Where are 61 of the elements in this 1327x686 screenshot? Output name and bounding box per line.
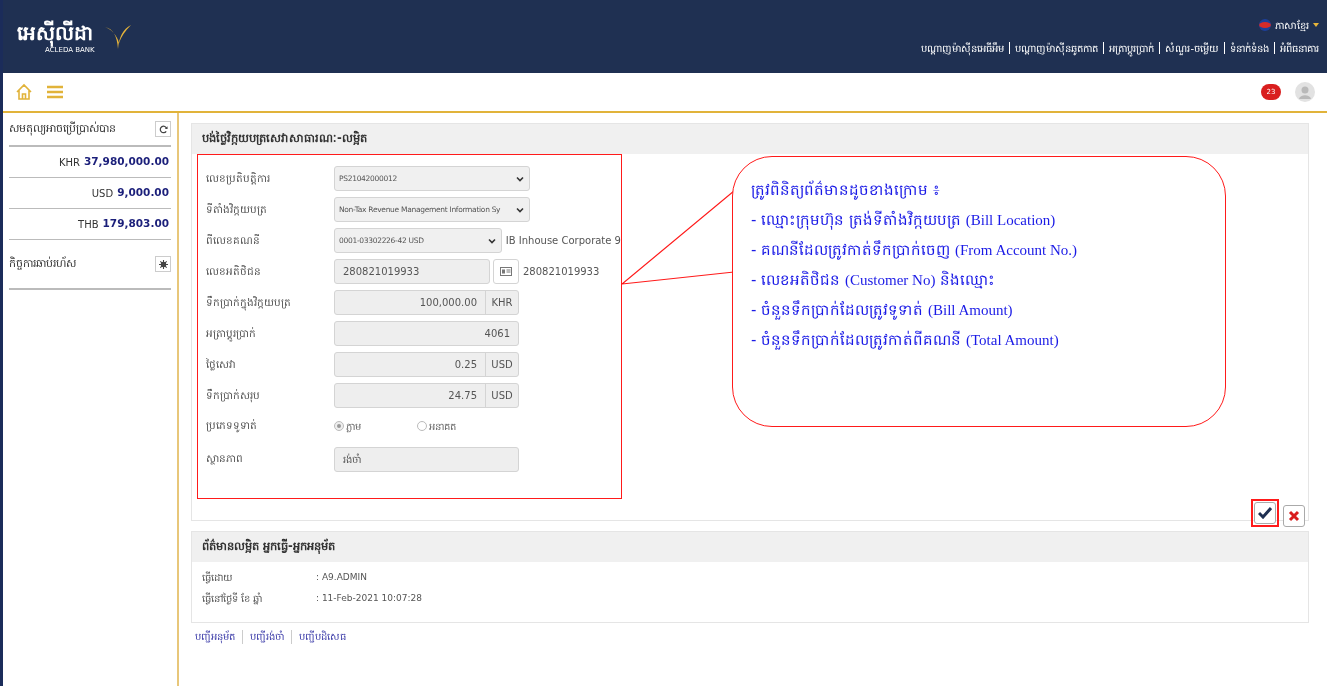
panel-title: បង់ថ្លៃវិក្កយបត្រសេវាសាធារណៈ-លម្អិត: [202, 130, 367, 148]
callout-item: - ឈ្មោះក្រុមហ៊ុន ត្រង់ទីតាំងវិក្កយបត្រ (Bill Location): [751, 209, 1057, 231]
refresh-button[interactable]: [155, 121, 171, 137]
callout-item: - ចំនួនទឹកប្រាក់ដែលត្រូវទូទាត់ (Bill Amount): [751, 299, 1014, 321]
detail-label: ធ្វើដោយ: [202, 570, 234, 585]
panel-title: ព័ត៌មានលម្អិត អ្នកធ្វើ-អ្នកអនុម័ត: [202, 538, 335, 556]
nav-link[interactable]: សំណួរ-ចម្លើយ: [1165, 40, 1219, 56]
input-field[interactable]: 280821019933: [334, 259, 490, 284]
callout-heading: ត្រូវពិនិត្យព័ត៌មានដូចខាងក្រោម ៖: [751, 179, 941, 201]
balance-amount: 37,980,000.00: [83, 154, 169, 170]
currency-label: THB: [78, 217, 99, 232]
detail-value: : A9.ADMIN: [316, 570, 367, 584]
flag-icon: [1259, 19, 1271, 31]
close-icon: [1288, 510, 1300, 522]
detail-value: : 11-Feb-2021 10:07:28: [316, 591, 422, 605]
field-label: អត្រាប្ដូរប្រាក់: [206, 325, 334, 342]
field-label: លេខប្រតិបត្តិការ: [206, 170, 271, 187]
caret-icon: [1313, 23, 1319, 27]
field-label: ទីតាំងវិក្កយបត្រ: [206, 201, 268, 218]
amount-field[interactable]: 4061: [334, 321, 519, 346]
amount-field[interactable]: 0.25 USD: [334, 352, 519, 377]
field-label: ទឹកប្រាក់ក្នុងវិក្កយបត្រ: [206, 294, 334, 311]
field-label: ថ្លៃសេវា: [206, 356, 236, 373]
currency-label: USD: [91, 186, 114, 201]
refresh-icon: [158, 124, 168, 134]
amount-field[interactable]: 24.75 USD: [334, 383, 519, 408]
nav-link[interactable]: បណ្ដាញម៉ាស៊ីនឆូតកាត: [1015, 40, 1099, 56]
nav-link[interactable]: អំពីធនាគារ: [1280, 40, 1319, 56]
list-link[interactable]: បញ្ជីបដិសេធ: [299, 629, 346, 644]
field-label: ទឹកប្រាក់សរុប: [206, 387, 261, 404]
field-note: IB Inhouse Corporate 9: [505, 234, 621, 248]
list-link[interactable]: បញ្ជីអនុម័ត: [195, 629, 235, 644]
detail-label: ធ្វើនៅថ្ងៃទី ខែ ឆ្នាំ: [202, 591, 264, 606]
field-label: ប្រភេទទូទាត់: [206, 418, 258, 434]
field-label: លេខអតិថិជន: [206, 263, 262, 279]
balance-amount: 9,000.00: [117, 185, 169, 201]
sidebar-title: កិច្ចការឆាប់រហ័ស: [9, 255, 76, 272]
nav-link[interactable]: ទំនាក់ទំនង: [1230, 40, 1269, 56]
radio-option[interactable]: ភ្លាម: [334, 418, 361, 434]
field-label: ស្ថានភាព: [206, 451, 244, 467]
currency-label: KHR: [58, 155, 80, 170]
callout-item: - ចំនួនទឹកប្រាក់ដែលត្រូវកាត់ពីគណនី (Total Amount): [751, 329, 1060, 351]
sidebar-title: សមតុល្យអាចប្រើប្រាស់បាន: [9, 120, 116, 138]
check-icon: [1258, 507, 1272, 519]
field-label: ពីលេខគណនី: [206, 232, 261, 248]
nav-link[interactable]: បណ្ដាញម៉ាស៊ីនអេធីអឹម: [921, 40, 1005, 56]
list-link[interactable]: បញ្ជីរង់ចាំ: [250, 629, 284, 644]
cancel-button[interactable]: [1283, 505, 1305, 527]
card-icon[interactable]: [493, 259, 519, 284]
nav-link[interactable]: អត្រាប្ដូរប្រាក់: [1109, 40, 1155, 56]
logo-text: អេស៊ីលីដា: [16, 19, 93, 46]
radio-option[interactable]: អនាគត: [417, 418, 456, 434]
settings-button[interactable]: [155, 256, 171, 272]
status-field: រង់ចាំ: [334, 446, 519, 472]
callout-item: - គណនីដែលត្រូវកាត់ទឹកប្រាក់ចេញ (From Account No.): [751, 239, 1079, 261]
language-selector[interactable]: ភាសាខ្មែរ: [1275, 17, 1309, 33]
callout-item: - លេខអតិថិជន (Customer No) និងឈ្មោះ: [751, 269, 997, 291]
balance-amount: 179,803.00: [102, 216, 169, 232]
gear-icon: [158, 259, 168, 269]
field-note: 280821019933: [523, 265, 600, 279]
amount-field[interactable]: 100,000.00 KHR: [334, 290, 519, 315]
